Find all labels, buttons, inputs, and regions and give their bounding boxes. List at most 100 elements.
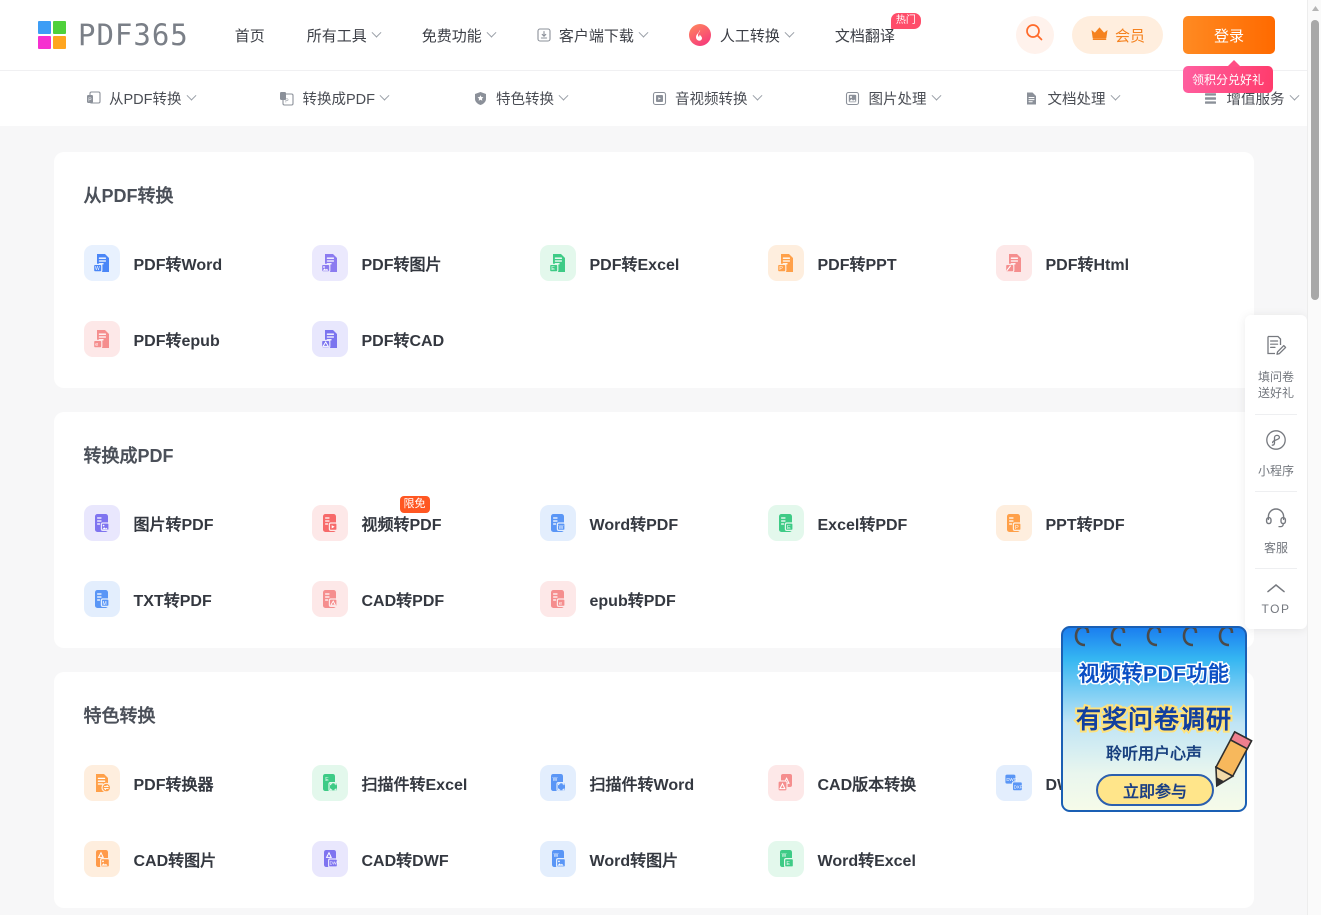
nav-item-free-features[interactable]: 免费功能 [421, 25, 497, 46]
promo-line1: 视频转PDF功能 [1077, 662, 1231, 688]
tool-label: CAD转PDF [361, 593, 445, 610]
shield-star-icon [472, 91, 488, 107]
dwg-dxf-icon: DWG DXF [995, 765, 1032, 801]
scroll-up-arrow-icon[interactable] [1308, 0, 1321, 16]
tool-label: 图片转PDF [133, 517, 214, 534]
crown-icon [1090, 26, 1109, 45]
tool-cad-to-dwf[interactable]: DWF CAD转DWF [311, 836, 540, 882]
vip-button[interactable]: 会员 [1071, 16, 1163, 54]
tool-label: 扫描件转Excel [361, 777, 468, 794]
points-tooltip[interactable]: 领积分兑好礼 [1182, 60, 1273, 93]
tool-excel-to-pdf[interactable]: E Excel转PDF [767, 500, 996, 546]
tool-pdf-to-epub[interactable]: e PDF转epub [83, 316, 312, 362]
tool-label: PDF转Excel [589, 257, 680, 274]
nav-item-document-translation[interactable]: 文档翻译 热门 [835, 12, 921, 46]
tool-label: PDF转Html [1045, 257, 1130, 274]
subnav-item-featured[interactable]: 特色转换 [472, 88, 569, 109]
tool-video-to-pdf[interactable]: 视频转PDF 限免 [311, 496, 540, 546]
chevron-down-icon [784, 27, 795, 38]
nav-item-label: 免费功能 [421, 27, 482, 45]
tool-scan-to-excel[interactable]: E 扫描件转Excel [311, 760, 540, 806]
tool-pdf-to-cad[interactable]: PDF转CAD [311, 316, 540, 362]
subnav-item-media[interactable]: 音视频转换 [651, 88, 762, 109]
tool-pdf-to-image[interactable]: PDF转图片 [311, 240, 540, 286]
svg-text:E: E [325, 777, 329, 783]
tool-scan-to-word[interactable]: W 扫描件转Word [539, 760, 768, 806]
tool-cad-to-image[interactable]: CAD转图片 [83, 836, 312, 882]
rail-item-back-to-top[interactable]: TOP [1245, 569, 1307, 628]
rail-item-miniprogram[interactable]: 小程序 [1245, 415, 1307, 491]
category-subnav: P 从PDF转换 P 转换成PDF 特色转换 音视频转换 图片处理 文档处理 增… [0, 70, 1307, 126]
tool-cad-to-pdf[interactable]: CAD转PDF [311, 576, 540, 622]
image-icon [845, 91, 861, 107]
subnav-item-from-pdf[interactable]: P 从PDF转换 [85, 88, 196, 109]
tool-label: CAD版本转换 [817, 777, 917, 794]
svg-text:P: P [779, 266, 783, 272]
tool-pdf-to-excel[interactable]: E PDF转Excel [539, 240, 768, 286]
tool-pdf-to-word[interactable]: W PDF转Word [83, 240, 312, 286]
scrollbar-thumb[interactable] [1311, 20, 1319, 300]
tool-label: PDF转Word [133, 257, 223, 274]
tool-word-to-image[interactable]: W Word转图片 [539, 836, 768, 882]
nav-item-home[interactable]: 首页 [235, 25, 265, 46]
tool-image-to-pdf[interactable]: 图片转PDF [83, 500, 312, 546]
nav-item-client-download[interactable]: 客户端下载 [537, 25, 649, 46]
tool-grid: W PDF转Word PDF转图片 E PDF转Excel P PDF转PPT … [83, 240, 1224, 362]
ppt-to-pdf-icon: P [995, 505, 1032, 541]
chevron-down-icon [558, 90, 569, 101]
pencil-icon [1197, 729, 1259, 812]
survey-promo-popup[interactable]: 视频转PDF功能 有奖问卷调研 聆听用户心声 立即参与 [1055, 612, 1253, 820]
tool-label: PPT转PDF [1045, 517, 1125, 534]
svg-text:W: W [558, 525, 563, 531]
chevron-down-icon [379, 90, 390, 101]
media-icon [651, 91, 667, 107]
subnav-item-to-pdf[interactable]: P 转换成PDF [279, 88, 390, 109]
doc-epub-icon: e [83, 321, 120, 357]
cad-img-icon [83, 841, 120, 877]
section-from-pdf: 从PDF转换 W PDF转Word PDF转图片 E PDF转Excel P P… [53, 152, 1254, 388]
tool-pdf-to-html[interactable]: PDF转Html [995, 240, 1224, 286]
logo-grid-icon [38, 21, 66, 49]
section-title: 转换成PDF [83, 446, 174, 466]
vertical-scrollbar[interactable] [1307, 0, 1321, 915]
tool-word-to-pdf[interactable]: W Word转PDF [539, 500, 768, 546]
doc-w-icon: W [83, 245, 120, 281]
rail-item-customer-service[interactable]: 客服 [1245, 492, 1307, 568]
nav-item-all-tools[interactable]: 所有工具 [307, 25, 382, 46]
document-icon [1024, 91, 1040, 107]
svg-text:P: P [1015, 525, 1019, 531]
tool-epub-to-pdf[interactable]: e epub转PDF [539, 576, 768, 622]
login-button[interactable]: 登录 [1183, 16, 1275, 54]
subnav-item-document[interactable]: 文档处理 [1024, 88, 1120, 109]
svg-text:E: E [787, 525, 791, 531]
tool-grid: 图片转PDF 视频转PDF 限免 W Word转PDF E Excel转PDF [83, 496, 1224, 622]
tool-label: CAD转图片 [133, 853, 217, 870]
pdf-out-icon: P [85, 91, 101, 107]
search-icon [1025, 23, 1044, 47]
txt-to-pdf-icon: M [83, 581, 120, 617]
epub-to-pdf-icon: e [539, 581, 576, 617]
chevron-down-icon [186, 90, 196, 101]
tool-pdf-to-ppt[interactable]: P PDF转PPT [767, 240, 996, 286]
rail-item-survey[interactable]: 填问卷 送好礼 [1245, 321, 1307, 414]
svg-text:W: W [552, 777, 557, 783]
tool-txt-to-pdf[interactable]: M TXT转PDF [83, 576, 312, 622]
subnav-item-label: 图片处理 [868, 92, 927, 108]
tool-cad-version-convert[interactable]: CAD版本转换 [767, 760, 996, 806]
hot-badge: 热门 [890, 12, 921, 29]
tool-pdf-converter[interactable]: PDF转换器 [83, 760, 312, 806]
scan-word-icon: W [539, 765, 576, 801]
nav-item-label: 人工转换 [719, 27, 780, 45]
doc-e-icon: E [539, 245, 576, 281]
limited-free-badge: 限免 [399, 496, 430, 513]
search-button[interactable] [1015, 16, 1054, 54]
nav-item-manual-conversion[interactable]: 人工转换 [688, 24, 795, 46]
logo[interactable]: PDF365 [38, 18, 189, 52]
tool-word-to-excel[interactable]: WE Word转Excel [767, 836, 996, 882]
floating-side-rail: 填问卷 送好礼 小程序 客服 TOP [1245, 315, 1307, 629]
logo-text: PDF365 [78, 18, 189, 52]
tool-label: epub转PDF [589, 593, 676, 610]
subnav-item-image[interactable]: 图片处理 [845, 88, 941, 109]
tool-ppt-to-pdf[interactable]: P PPT转PDF [995, 500, 1224, 546]
tool-label: PDF转PPT [817, 257, 897, 274]
